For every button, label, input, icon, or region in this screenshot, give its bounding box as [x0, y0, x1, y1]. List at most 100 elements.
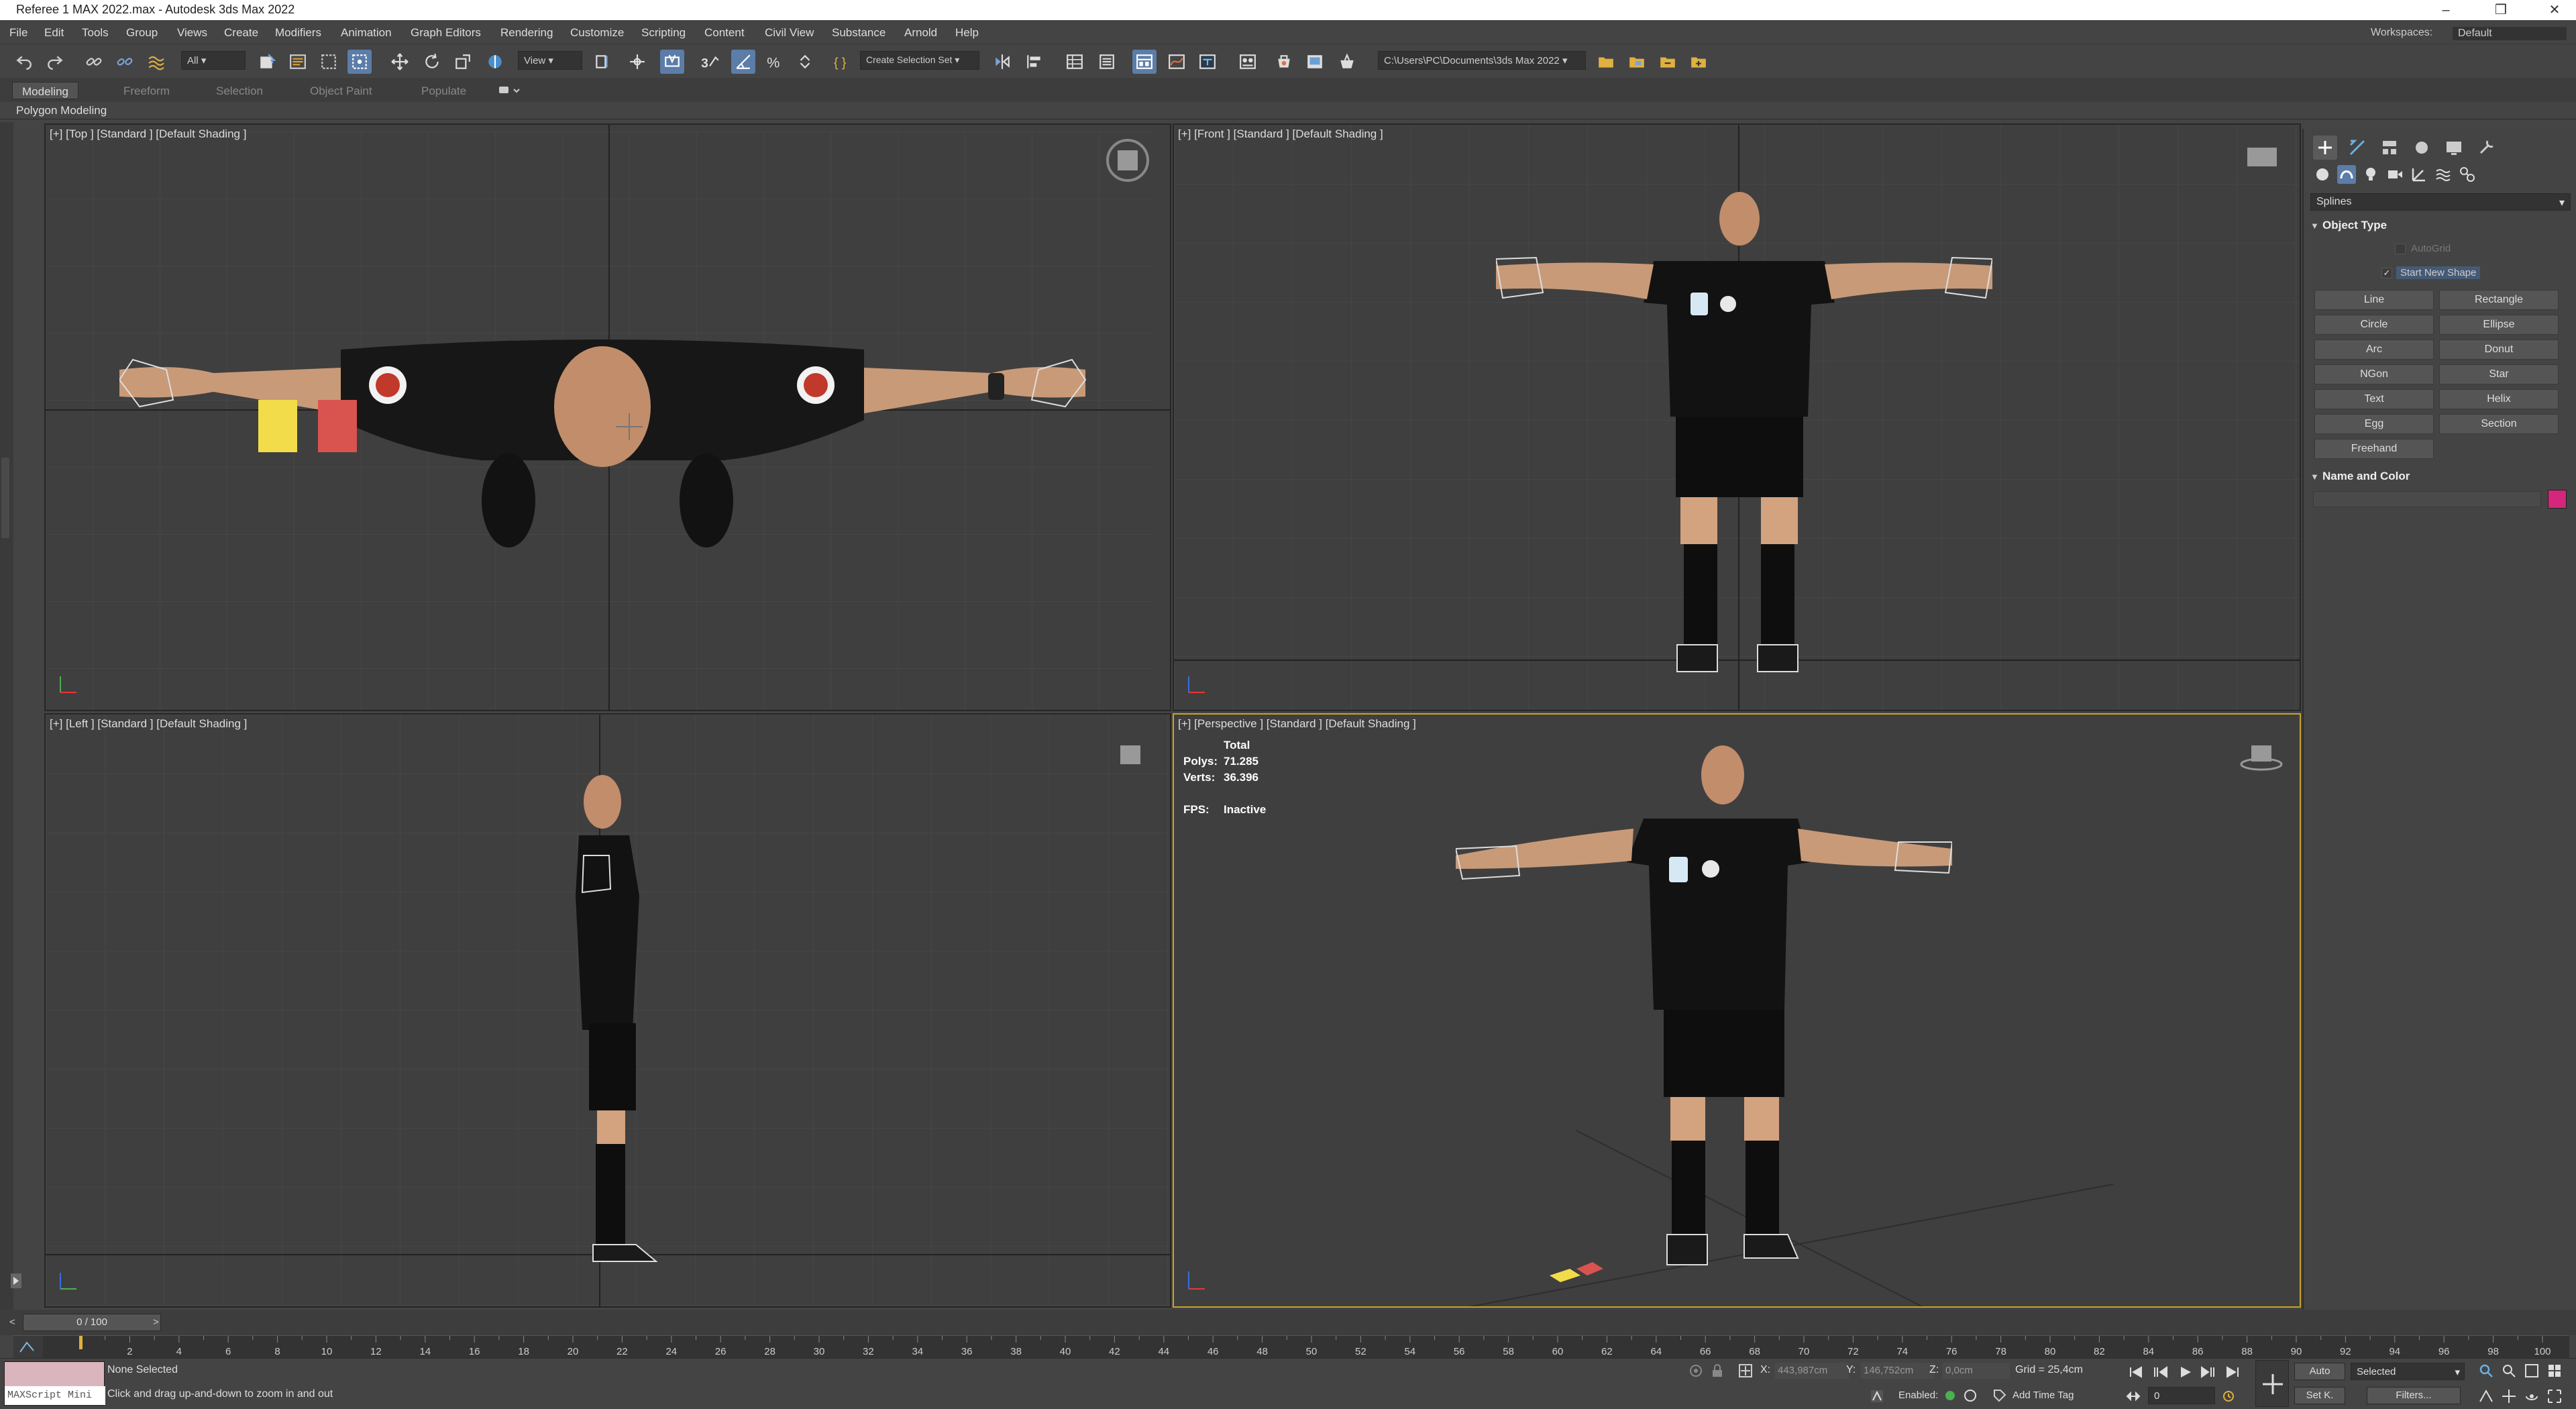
object-color-swatch[interactable]	[2548, 490, 2567, 509]
rect-selection-icon[interactable]	[317, 50, 341, 74]
scale-icon[interactable]	[451, 50, 475, 74]
viewport-top[interactable]: [+] [Top ] [Standard ] [Default Shading …	[44, 123, 1171, 711]
menu-animation[interactable]: Animation	[341, 26, 392, 40]
align-icon[interactable]	[1022, 50, 1046, 74]
track-bar[interactable]: 2 4 6 8 10 12 14 16 18 20 22 24 26 28 30 32 34 36 38 40 42 44…	[13, 1335, 2569, 1359]
percent-snap-icon[interactable]: %	[762, 50, 786, 74]
open-explorer-icon[interactable]	[1594, 50, 1618, 74]
menu-file[interactable]: File	[9, 26, 28, 40]
hierarchy-tab-icon[interactable]	[2377, 136, 2402, 160]
x-coord-field[interactable]: 443,987cm	[1775, 1363, 1849, 1379]
close-button[interactable]: ✕	[2533, 0, 2576, 20]
viewcube-icon[interactable]	[2242, 144, 2282, 170]
scene-explorer-icon[interactable]	[1063, 50, 1087, 74]
geometry-icon[interactable]	[2313, 165, 2332, 184]
time-tag-icon[interactable]	[1992, 1388, 2007, 1403]
field-of-view-icon[interactable]	[2478, 1388, 2494, 1404]
set-key-mode-button[interactable]: Set K.	[2294, 1387, 2345, 1404]
viewport-front[interactable]: [+] [Front ] [Standard ] [Default Shadin…	[1173, 123, 2301, 711]
ribbon-tab-freeform[interactable]: Freeform	[114, 82, 179, 99]
menu-views[interactable]: Views	[177, 26, 207, 40]
menu-civil-view[interactable]: Civil View	[765, 26, 814, 40]
text-button[interactable]: Text	[2314, 389, 2434, 409]
ribbon-tab-selection[interactable]: Selection	[207, 82, 272, 99]
previous-frame-icon[interactable]	[2152, 1365, 2168, 1379]
viewcube-icon[interactable]	[1104, 137, 1151, 184]
menu-customize[interactable]: Customize	[570, 26, 624, 40]
workspaces-dropdown[interactable]: Default	[2453, 27, 2567, 40]
modify-tab-icon[interactable]	[2345, 136, 2369, 160]
cameras-icon[interactable]	[2385, 165, 2404, 184]
menu-content[interactable]: Content	[704, 26, 745, 40]
autogrid-checkbox[interactable]: AutoGrid	[2395, 243, 2451, 255]
window-crossing-icon[interactable]	[347, 50, 372, 74]
time-slider-prev-icon[interactable]: <	[9, 1316, 15, 1328]
unlink-icon[interactable]	[113, 50, 137, 74]
arc-button[interactable]: Arc	[2314, 340, 2434, 360]
go-to-start-icon[interactable]	[2128, 1365, 2144, 1379]
line-button[interactable]: Line	[2314, 290, 2434, 310]
selection-set-dropdown[interactable]: Create Selection Set ▾	[860, 51, 979, 70]
display-tab-icon[interactable]	[2442, 136, 2466, 160]
menu-group[interactable]: Group	[126, 26, 158, 40]
move-icon[interactable]	[388, 50, 412, 74]
maxscript-mini-field[interactable]: MAXScript Mini	[5, 1386, 105, 1405]
menu-arnold[interactable]: Arnold	[904, 26, 937, 40]
material-editor-icon[interactable]	[1236, 50, 1260, 74]
absolute-transform-icon[interactable]	[1737, 1363, 1754, 1379]
project-folder-icon[interactable]	[1625, 50, 1649, 74]
key-mode-toggle-icon[interactable]	[2125, 1388, 2141, 1404]
render-production-icon[interactable]	[1335, 50, 1359, 74]
adaptive-degradation-icon[interactable]	[1869, 1388, 1885, 1404]
start-new-shape-checkbox[interactable]: ✓ Start New Shape	[2381, 266, 2481, 279]
next-frame-icon[interactable]	[2200, 1365, 2216, 1379]
ref-coord-dropdown[interactable]: View ▾	[518, 51, 582, 70]
menu-substance[interactable]: Substance	[832, 26, 885, 40]
layout-tab-handle[interactable]	[1, 458, 9, 538]
menu-create[interactable]: Create	[224, 26, 258, 40]
current-frame-marker[interactable]	[79, 1336, 83, 1349]
viewport-perspective[interactable]: [+] [Perspective ] [Standard ] [Default …	[1173, 713, 2301, 1308]
select-by-name-icon[interactable]	[286, 50, 310, 74]
key-filters-button[interactable]: Filters...	[2367, 1387, 2461, 1404]
menu-modifiers[interactable]: Modifiers	[275, 26, 321, 40]
viewport-perspective-label[interactable]: [+] [Perspective ] [Standard ] [Default …	[1178, 717, 1416, 731]
ribbon-tab-modeling[interactable]: Modeling	[12, 82, 78, 99]
ngon-button[interactable]: NGon	[2314, 364, 2434, 384]
freehand-button[interactable]: Freehand	[2314, 439, 2434, 459]
ellipse-button[interactable]: Ellipse	[2439, 315, 2559, 335]
restore-button[interactable]: ❒	[2479, 0, 2522, 20]
time-slider[interactable]: 0 / 100	[23, 1314, 161, 1331]
add-time-tag[interactable]: Add Time Tag	[2012, 1390, 2074, 1401]
isolate-selection-icon[interactable]	[1688, 1363, 1704, 1379]
ribbon-options-icon[interactable]	[498, 85, 525, 97]
toggle-ribbon-icon[interactable]	[1132, 50, 1157, 74]
zoom-extents-icon[interactable]	[2524, 1363, 2540, 1379]
zoom-all-icon[interactable]	[2501, 1363, 2517, 1379]
rectangle-button[interactable]: Rectangle	[2439, 290, 2559, 310]
viewcube-icon[interactable]	[2238, 741, 2285, 771]
donut-button[interactable]: Donut	[2439, 340, 2559, 360]
utilities-tab-icon[interactable]	[2474, 136, 2498, 160]
curve-editor-icon[interactable]	[1165, 50, 1189, 74]
ribbon-tab-populate[interactable]: Populate	[412, 82, 476, 99]
circle-button[interactable]: Circle	[2314, 315, 2434, 335]
maxscript-listener[interactable]: MAXScript Mini	[4, 1361, 105, 1406]
category-dropdown[interactable]: Splines ▾	[2310, 193, 2571, 211]
undo-icon[interactable]	[12, 50, 36, 74]
angle-snap-icon[interactable]	[731, 50, 755, 74]
time-configuration-icon[interactable]	[2222, 1388, 2235, 1404]
viewport-top-label[interactable]: [+] [Top ] [Standard ] [Default Shading …	[50, 127, 246, 141]
systems-icon[interactable]	[2458, 165, 2477, 184]
ribbon-tab-object-paint[interactable]: Object Paint	[301, 82, 382, 99]
name-and-color-rollout-header[interactable]: ▼ Name and Color	[2310, 470, 2571, 490]
set-key-button[interactable]	[2255, 1360, 2289, 1407]
redo-icon[interactable]	[43, 50, 67, 74]
current-frame-field[interactable]: 0	[2148, 1387, 2215, 1404]
menu-tools[interactable]: Tools	[82, 26, 109, 40]
lock-selection-icon[interactable]	[1709, 1363, 1725, 1379]
link-icon[interactable]	[82, 50, 106, 74]
snaps-toggle-icon[interactable]: 3	[698, 50, 722, 74]
create-tab-icon[interactable]	[2313, 136, 2337, 160]
helix-button[interactable]: Helix	[2439, 389, 2559, 409]
